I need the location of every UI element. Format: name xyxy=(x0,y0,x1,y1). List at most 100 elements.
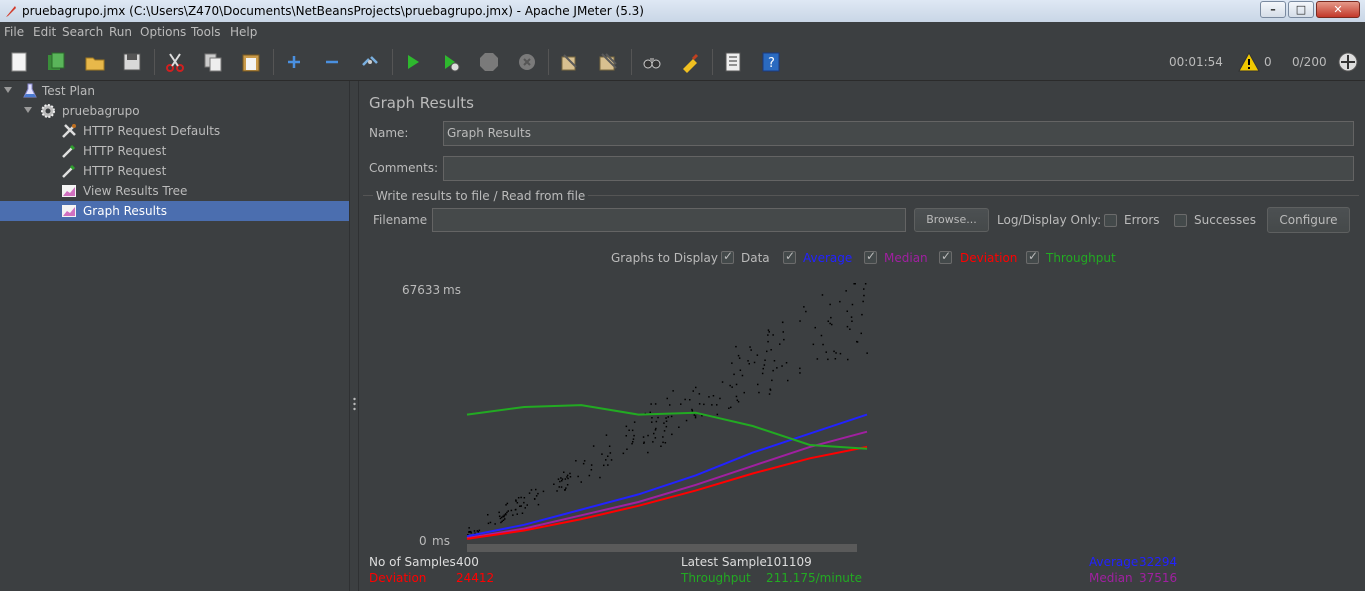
maximize-button[interactable]: □ xyxy=(1288,1,1314,18)
successes-checkbox[interactable] xyxy=(1174,214,1187,227)
data-point xyxy=(733,373,735,376)
data-point xyxy=(829,303,831,306)
new-icon[interactable] xyxy=(8,51,30,73)
data-point xyxy=(866,352,868,354)
expand-icon[interactable] xyxy=(283,51,305,73)
data-point xyxy=(515,499,517,501)
templates-icon[interactable] xyxy=(45,51,67,73)
errors-label: Errors xyxy=(1124,213,1160,227)
warning-icon[interactable] xyxy=(1238,52,1260,72)
help-icon[interactable]: ? xyxy=(760,51,782,73)
throughput-checkbox[interactable] xyxy=(1026,249,1039,264)
data-point xyxy=(499,517,502,520)
average-checkbox[interactable] xyxy=(783,249,796,264)
menu-tools[interactable]: Tools xyxy=(191,25,221,39)
graph-scrollbar[interactable] xyxy=(467,544,857,552)
search-icon[interactable] xyxy=(641,51,663,73)
data-point xyxy=(523,497,526,499)
cut-icon[interactable] xyxy=(164,51,186,73)
series-line-average xyxy=(466,413,868,538)
function-helper-icon[interactable] xyxy=(722,51,744,73)
data-point xyxy=(803,306,805,308)
data-point xyxy=(506,511,508,514)
menu-edit[interactable]: Edit xyxy=(33,25,56,39)
remote-start-icon[interactable] xyxy=(1337,51,1359,73)
configure-button[interactable]: Configure xyxy=(1267,207,1350,233)
deviation-checkbox[interactable] xyxy=(939,249,952,264)
data-point xyxy=(708,396,710,398)
comments-field[interactable] xyxy=(443,156,1354,181)
chevron-down-icon[interactable] xyxy=(4,87,12,93)
chevron-down-icon[interactable] xyxy=(24,107,32,113)
data-point xyxy=(625,435,627,437)
menu-run[interactable]: Run xyxy=(109,25,132,39)
collapse-icon[interactable] xyxy=(321,51,343,73)
data-point xyxy=(737,354,740,357)
median-label: Median xyxy=(1089,571,1133,585)
log-display-label: Log/Display Only: xyxy=(997,213,1102,227)
data-point xyxy=(524,507,526,509)
data-checkbox[interactable] xyxy=(721,249,734,264)
tools-icon xyxy=(62,124,76,138)
data-point xyxy=(827,358,829,361)
tree-item-http-defaults[interactable]: HTTP Request Defaults xyxy=(0,121,349,141)
minimize-button[interactable]: – xyxy=(1260,1,1286,18)
tree-item-test-plan[interactable]: Test Plan xyxy=(0,81,349,101)
data-point xyxy=(510,509,513,512)
open-icon[interactable] xyxy=(84,51,106,73)
tree-item-view-results-tree[interactable]: View Results Tree xyxy=(0,181,349,201)
close-button[interactable]: ✕ xyxy=(1316,1,1360,18)
data-point xyxy=(767,340,769,343)
data-point xyxy=(503,515,505,518)
start-no-pauses-icon[interactable] xyxy=(440,51,462,73)
clear-all-icon[interactable] xyxy=(597,51,619,73)
data-point xyxy=(515,508,517,511)
tree-item-http-request[interactable]: HTTP Request xyxy=(0,141,349,161)
data-point xyxy=(666,397,668,400)
filename-field[interactable] xyxy=(432,208,906,232)
data-point xyxy=(781,365,783,367)
y-unit-label: ms xyxy=(432,534,450,548)
menu-options[interactable]: Options xyxy=(140,25,186,39)
data-point xyxy=(664,442,667,444)
tree-item-graph-results[interactable]: Graph Results xyxy=(0,201,349,221)
menu-help[interactable]: Help xyxy=(230,25,257,39)
errors-checkbox[interactable] xyxy=(1104,214,1117,227)
data-point xyxy=(731,362,733,364)
data-point xyxy=(863,294,865,297)
tree-item-http-request[interactable]: HTTP Request xyxy=(0,161,349,181)
copy-icon[interactable] xyxy=(202,51,224,73)
panel-title: Graph Results xyxy=(369,94,474,112)
data-point xyxy=(556,490,558,492)
start-icon[interactable] xyxy=(402,51,424,73)
data-point xyxy=(520,505,522,507)
shutdown-icon[interactable] xyxy=(516,51,538,73)
tree-item-label: HTTP Request xyxy=(83,164,167,178)
split-pane-divider[interactable] xyxy=(349,81,359,591)
data-point xyxy=(516,502,519,504)
tree-item-thread-group[interactable]: pruebagrupo xyxy=(0,101,349,121)
data-point xyxy=(647,451,649,454)
data-point xyxy=(678,426,680,428)
data-point xyxy=(829,322,831,325)
y-min-label: 0 xyxy=(419,534,427,548)
browse-button[interactable]: Browse... xyxy=(914,208,989,232)
data-point xyxy=(650,403,652,405)
stop-icon[interactable] xyxy=(478,51,500,73)
paste-icon[interactable] xyxy=(240,51,262,73)
clear-icon[interactable] xyxy=(558,51,580,73)
reset-search-icon[interactable] xyxy=(679,51,701,73)
menu-search[interactable]: Search xyxy=(62,25,103,39)
latest-sample-value: 101109 xyxy=(766,555,812,569)
name-field[interactable]: Graph Results xyxy=(443,121,1354,146)
menu-file[interactable]: File xyxy=(4,25,24,39)
throughput-graph-label: Throughput xyxy=(1046,251,1116,265)
toggle-icon[interactable] xyxy=(359,51,381,73)
save-icon[interactable] xyxy=(121,51,143,73)
median-checkbox[interactable] xyxy=(864,249,877,264)
drag-handle-icon[interactable] xyxy=(353,397,356,411)
data-points xyxy=(467,283,868,540)
data-point xyxy=(535,495,538,497)
data-point xyxy=(651,417,653,419)
data-point xyxy=(772,369,774,372)
